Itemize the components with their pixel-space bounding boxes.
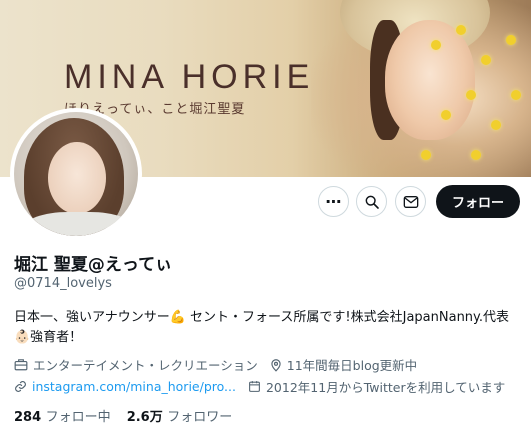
- joined-text: 2012年11月からTwitterを利用しています: [265, 380, 506, 395]
- following-count: 284: [14, 410, 46, 425]
- avatar[interactable]: [10, 108, 142, 240]
- joined-item: 2012年11月からTwitterを利用しています: [248, 377, 505, 396]
- bio-line: 日本一、強いアナウンサー💪 セント・フォース所属です!株式会社JapanNann…: [14, 310, 510, 325]
- following-label: フォロー中: [45, 410, 111, 425]
- profile-meta-row: エンターテイメント・レクリエーション 11年間毎日blog更新中: [14, 355, 429, 374]
- search-icon: [365, 195, 379, 209]
- followers-stat[interactable]: 2.6万 フォロワー: [127, 406, 233, 425]
- website-link[interactable]: instagram.com/mina_horie/pro...: [32, 379, 236, 394]
- avatar-photo: [14, 112, 138, 236]
- category-item: エンターテイメント・レクリエーション: [14, 355, 258, 374]
- banner-title: MINA HORIE: [64, 58, 315, 96]
- display-name: 堀江 聖夏@えってぃ: [14, 255, 173, 275]
- more-button[interactable]: ⋯: [318, 186, 349, 217]
- more-icon: ⋯: [325, 191, 342, 211]
- user-handle: @0714_lovelys: [14, 276, 112, 291]
- location-item: 11年間毎日blog更新中: [270, 355, 417, 374]
- search-button[interactable]: [356, 186, 387, 217]
- briefcase-icon: [14, 359, 28, 371]
- location-pin-icon: [271, 358, 281, 372]
- follow-button[interactable]: フォロー: [436, 185, 520, 218]
- followers-label: フォロワー: [167, 410, 233, 425]
- follow-stats: 284 フォロー中 2.6万 フォロワー: [14, 406, 248, 425]
- bio-line: 👶🏻強育者！: [14, 330, 83, 345]
- banner-flowers: [411, 0, 531, 177]
- envelope-icon: [403, 195, 418, 208]
- link-icon: [15, 381, 26, 392]
- calendar-icon: [249, 381, 260, 392]
- message-button[interactable]: [395, 186, 426, 217]
- following-stat[interactable]: 284 フォロー中: [14, 406, 111, 425]
- location-text: 11年間毎日blog更新中: [286, 358, 418, 373]
- bio: 日本一、強いアナウンサー💪 セント・フォース所属です!株式会社JapanNann…: [14, 308, 524, 348]
- followers-count: 2.6万: [126, 410, 168, 425]
- profile-meta-row: instagram.com/mina_horie/pro... 2012年11月…: [14, 377, 517, 396]
- category-text: エンターテイメント・レクリエーション: [33, 358, 258, 373]
- website-item[interactable]: instagram.com/mina_horie/pro...: [14, 379, 236, 394]
